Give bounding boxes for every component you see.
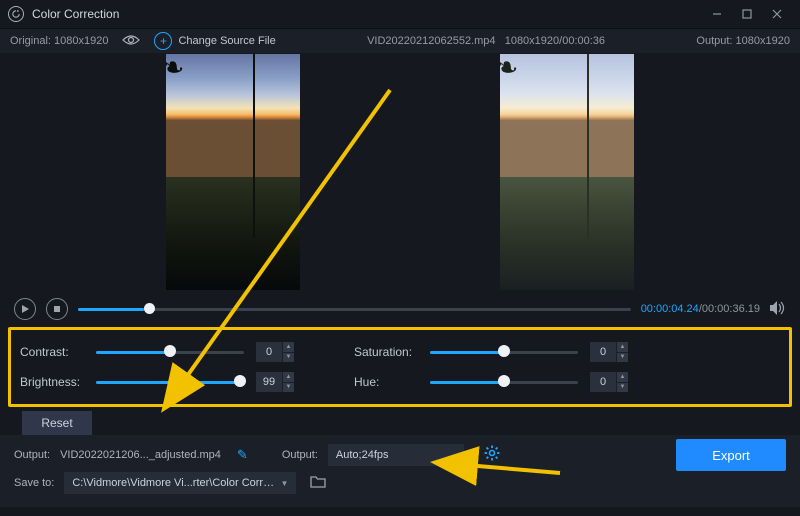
- current-time: 00:00:04.24: [641, 303, 699, 315]
- contrast-input[interactable]: 0▲▼: [256, 342, 294, 362]
- export-button[interactable]: Export: [676, 439, 786, 471]
- output-file-name: VID2022021206..._adjusted.mp4: [60, 449, 221, 461]
- contrast-slider[interactable]: [96, 342, 244, 362]
- output-format-field[interactable]: Auto;24fps: [328, 444, 464, 466]
- info-bar: Original: 1080x1920 + Change Source File…: [0, 29, 800, 53]
- save-to-label: Save to:: [14, 477, 54, 489]
- hue-slider[interactable]: [430, 372, 578, 392]
- brightness-input[interactable]: 99▲▼: [256, 372, 294, 392]
- saturation-slider[interactable]: [430, 342, 578, 362]
- volume-icon[interactable]: [770, 301, 786, 318]
- contrast-step-down[interactable]: ▼: [282, 353, 294, 363]
- save-path-field[interactable]: C:\Vidmore\Vidmore Vi...rter\Color Corre…: [64, 472, 296, 494]
- bottom-bar: Output: VID2022021206..._adjusted.mp4 ✎ …: [0, 435, 800, 507]
- time-display: 00:00:04.24/00:00:36.19: [641, 303, 760, 315]
- output-preview: ❧: [500, 54, 634, 290]
- change-source-label: Change Source File: [178, 35, 275, 47]
- output-label: Output:: [696, 35, 732, 47]
- saturation-label: Saturation:: [354, 345, 418, 359]
- output-resolution: 1080x1920: [736, 35, 790, 47]
- window-title: Color Correction: [32, 7, 702, 21]
- hue-label: Hue:: [354, 375, 418, 389]
- hue-step-down[interactable]: ▼: [616, 383, 628, 393]
- adjustment-panel: Contrast: 0▲▼ Saturation: 0▲▼ Brightness…: [14, 329, 786, 405]
- original-resolution: 1080x1920: [54, 35, 108, 47]
- preview-toggle-icon[interactable]: [122, 34, 140, 49]
- rename-icon[interactable]: ✎: [237, 447, 248, 463]
- saturation-input[interactable]: 0▲▼: [590, 342, 628, 362]
- saturation-step-down[interactable]: ▼: [616, 353, 628, 363]
- close-button[interactable]: [762, 0, 792, 28]
- playback-row: 00:00:04.24/00:00:36.19: [14, 295, 786, 323]
- contrast-step-up[interactable]: ▲: [282, 342, 294, 353]
- brightness-step-up[interactable]: ▲: [282, 372, 294, 383]
- stop-button[interactable]: [46, 298, 68, 320]
- total-time: 00:00:36.19: [702, 303, 760, 315]
- title-bar: Color Correction: [0, 0, 800, 29]
- maximize-button[interactable]: [732, 0, 762, 28]
- change-source-button[interactable]: + Change Source File: [154, 32, 275, 50]
- open-folder-icon[interactable]: [310, 475, 326, 491]
- output-file-label: Output:: [14, 449, 50, 461]
- output-format-label: Output:: [282, 449, 318, 461]
- app-logo-icon: [8, 6, 24, 22]
- source-resolution: 1080x1920: [505, 35, 559, 47]
- brightness-slider[interactable]: [96, 372, 244, 392]
- hue-input[interactable]: 0▲▼: [590, 372, 628, 392]
- settings-gear-icon[interactable]: [484, 445, 500, 466]
- play-button[interactable]: [14, 298, 36, 320]
- chevron-down-icon: ▼: [280, 479, 288, 488]
- original-preview: ❧: [166, 54, 300, 290]
- source-duration: 00:00:36: [562, 35, 605, 47]
- saturation-step-up[interactable]: ▲: [616, 342, 628, 353]
- brightness-label: Brightness:: [20, 375, 84, 389]
- preview-area: ❧ ❧: [0, 53, 800, 291]
- source-filename: VID20220212062552.mp4: [367, 35, 495, 47]
- contrast-label: Contrast:: [20, 345, 84, 359]
- reset-button[interactable]: Reset: [22, 411, 92, 435]
- plus-icon: +: [154, 32, 172, 50]
- minimize-button[interactable]: [702, 0, 732, 28]
- brightness-step-down[interactable]: ▼: [282, 383, 294, 393]
- timeline-slider[interactable]: [78, 299, 631, 319]
- original-label: Original:: [10, 35, 51, 47]
- hue-step-up[interactable]: ▲: [616, 372, 628, 383]
